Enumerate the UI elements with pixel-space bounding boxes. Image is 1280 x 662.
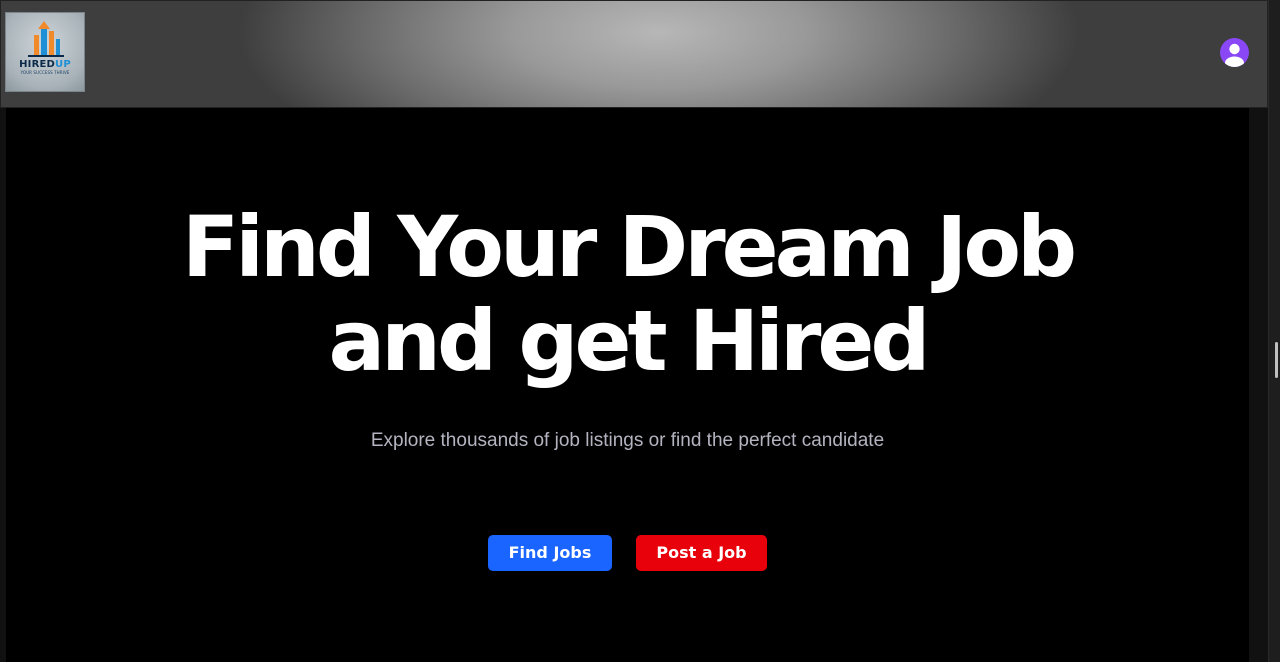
- post-job-button[interactable]: Post a Job: [636, 535, 767, 571]
- logo-wordmark: HIREDUP: [6, 60, 84, 70]
- page-scrollbar[interactable]: [1268, 0, 1280, 662]
- scrollbar-thumb[interactable]: [1275, 342, 1278, 378]
- hero-title-line-2: and get Hired: [328, 292, 931, 390]
- hero-title-line-1: Find Your Dream Job: [181, 198, 1077, 296]
- hero-subtitle: Explore thousands of job listings or fin…: [370, 430, 885, 451]
- hero-section: Find Your Dream Job and get Hired Explor…: [6, 108, 1249, 662]
- logo-mark-icon: [28, 21, 64, 57]
- hiredup-logo[interactable]: HIREDUP YOUR SUCCESS THRIVE: [5, 12, 85, 92]
- top-header: HIREDUP YOUR SUCCESS THRIVE: [0, 0, 1268, 108]
- logo-tagline: YOUR SUCCESS THRIVE: [20, 70, 70, 75]
- logo-brand-main: HIRED: [19, 59, 56, 70]
- user-avatar-icon: [1225, 43, 1244, 67]
- hero-title: Find Your Dream Job and get Hired: [6, 200, 1249, 388]
- user-avatar-button[interactable]: [1220, 38, 1249, 67]
- find-jobs-button[interactable]: Find Jobs: [488, 535, 612, 571]
- app-page: HIREDUP YOUR SUCCESS THRIVE Find Your Dr…: [0, 0, 1280, 662]
- logo-brand-accent: UP: [55, 59, 71, 70]
